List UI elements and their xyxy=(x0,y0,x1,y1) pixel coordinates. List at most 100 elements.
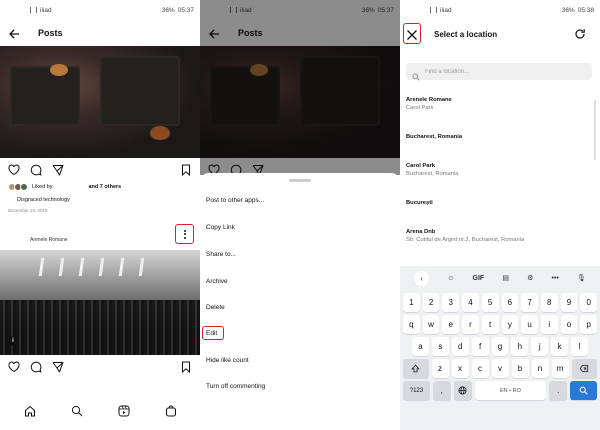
bookmark-icon[interactable] xyxy=(180,360,192,374)
key-t[interactable]: t xyxy=(481,315,499,334)
share-icon[interactable] xyxy=(52,360,64,373)
heart-icon[interactable] xyxy=(8,360,20,373)
menu-edit[interactable]: Edit xyxy=(206,330,217,337)
battery-label: 36% xyxy=(161,6,175,14)
key-p[interactable]: p xyxy=(580,315,598,334)
refresh-icon[interactable] xyxy=(574,27,586,39)
key-a[interactable]: a xyxy=(412,337,429,356)
key-v[interactable]: v xyxy=(491,359,509,378)
key-z[interactable]: z xyxy=(431,359,449,378)
key-4[interactable]: 4 xyxy=(462,293,479,312)
time-label: 05:38 xyxy=(577,6,594,14)
shop-icon[interactable] xyxy=(165,404,177,417)
select-location-screen: iliad 36% 05:38 Select a location Arenel… xyxy=(400,0,600,430)
share-icon[interactable] xyxy=(52,163,64,176)
key-k[interactable]: k xyxy=(551,337,569,356)
key-r[interactable]: r xyxy=(462,315,479,334)
location-search-input[interactable] xyxy=(425,68,565,75)
bottom-navigation xyxy=(0,404,200,417)
key-6[interactable]: 6 xyxy=(501,293,519,312)
key-g[interactable]: g xyxy=(491,337,509,356)
key-o[interactable]: o xyxy=(560,315,578,334)
microphone-icon[interactable]: 🎙 xyxy=(577,274,586,282)
key-s[interactable]: s xyxy=(431,337,449,356)
menu-delete[interactable]: Delete xyxy=(206,304,225,311)
emoji-icon[interactable]: ☺ xyxy=(447,275,454,282)
key-x[interactable]: x xyxy=(451,359,469,378)
info-icon[interactable]: i xyxy=(8,336,18,346)
key-u[interactable]: u xyxy=(521,315,538,334)
heart-icon[interactable] xyxy=(8,163,20,176)
liked-by-row[interactable]: Liked by and 7 others xyxy=(8,183,121,191)
collapse-toolbar-icon[interactable]: ‹ xyxy=(414,270,430,286)
key-q[interactable]: q xyxy=(402,315,420,334)
key-e[interactable]: e xyxy=(442,315,460,334)
key-b[interactable]: b xyxy=(511,359,529,378)
settings-icon[interactable]: ⚙ xyxy=(527,274,533,282)
key-i[interactable]: i xyxy=(540,315,558,334)
post-author[interactable]: Arenele Romane xyxy=(30,237,68,243)
menu-hide-like-count[interactable]: Hide like count xyxy=(206,357,249,364)
close-button[interactable] xyxy=(403,23,421,44)
search-icon xyxy=(412,68,420,81)
shift-icon xyxy=(411,364,420,373)
sheet-handle[interactable] xyxy=(289,179,311,182)
key-j[interactable]: j xyxy=(531,337,549,356)
key-3[interactable]: 3 xyxy=(442,293,460,312)
location-item[interactable]: Carol Park Bucharest, Romania xyxy=(406,163,459,177)
space-bar[interactable]: EN • RO xyxy=(474,381,547,400)
key-9[interactable]: 9 xyxy=(560,293,578,312)
menu-copy-link[interactable]: Copy Link xyxy=(206,224,235,231)
location-item[interactable]: Arena Dnb Str. Cutitul de Argint nr.3, B… xyxy=(406,229,524,243)
key-comma[interactable]: , xyxy=(432,381,451,400)
comment-icon[interactable] xyxy=(30,360,42,373)
status-bar: iliad 36% 05:37 xyxy=(0,0,200,20)
key-f[interactable]: f xyxy=(471,337,489,356)
key-w[interactable]: w xyxy=(422,315,440,334)
key-l[interactable]: l xyxy=(571,337,589,356)
location-item[interactable]: Bucharest, Romania xyxy=(406,134,462,140)
bookmark-icon[interactable] xyxy=(180,163,192,177)
gif-button[interactable]: GIF xyxy=(473,275,485,282)
dim-overlay[interactable] xyxy=(200,0,400,175)
key-h[interactable]: h xyxy=(511,337,529,356)
key-m[interactable]: m xyxy=(551,359,569,378)
post-photo-tvs[interactable] xyxy=(0,46,200,158)
key-n[interactable]: n xyxy=(531,359,549,378)
comment-icon[interactable] xyxy=(30,163,42,176)
list-scrollbar[interactable] xyxy=(594,100,596,160)
location-search-bar[interactable] xyxy=(406,63,592,81)
key-0[interactable]: 0 xyxy=(580,293,598,312)
reels-icon[interactable] xyxy=(118,404,130,417)
location-item[interactable]: București xyxy=(406,200,433,206)
menu-archive[interactable]: Archive xyxy=(206,278,228,285)
search-key[interactable] xyxy=(570,381,597,400)
location-item[interactable]: Arenele Romane Carol Park xyxy=(406,97,452,111)
signal-icon xyxy=(430,7,437,13)
backspace-key[interactable] xyxy=(571,359,597,378)
menu-turn-off-commenting[interactable]: Turn off commenting xyxy=(206,383,265,390)
post-photo-concert[interactable]: i xyxy=(0,250,200,355)
more-options-button[interactable] xyxy=(175,224,194,244)
clipboard-icon[interactable]: ▤ xyxy=(502,274,509,282)
menu-post-to-other-apps[interactable]: Post to other apps... xyxy=(206,197,264,204)
home-icon[interactable] xyxy=(24,404,36,417)
key-2[interactable]: 2 xyxy=(422,293,440,312)
key-5[interactable]: 5 xyxy=(481,293,499,312)
key-1[interactable]: 1 xyxy=(402,293,420,312)
shift-key[interactable] xyxy=(403,359,429,378)
search-icon[interactable] xyxy=(71,404,83,417)
key-y[interactable]: y xyxy=(501,315,519,334)
key-c[interactable]: c xyxy=(471,359,489,378)
key-8[interactable]: 8 xyxy=(540,293,558,312)
backspace-icon xyxy=(579,364,589,373)
back-arrow-icon[interactable] xyxy=(8,27,20,39)
language-key[interactable] xyxy=(453,381,472,400)
key-period[interactable]: . xyxy=(549,381,568,400)
symbols-key[interactable]: ?123 xyxy=(403,381,430,400)
number-row: 1 2 3 4 5 6 7 8 9 0 xyxy=(400,293,600,312)
menu-share-to[interactable]: Share to... xyxy=(206,251,236,258)
more-icon[interactable]: ••• xyxy=(552,275,559,282)
key-d[interactable]: d xyxy=(451,337,469,356)
key-7[interactable]: 7 xyxy=(521,293,538,312)
